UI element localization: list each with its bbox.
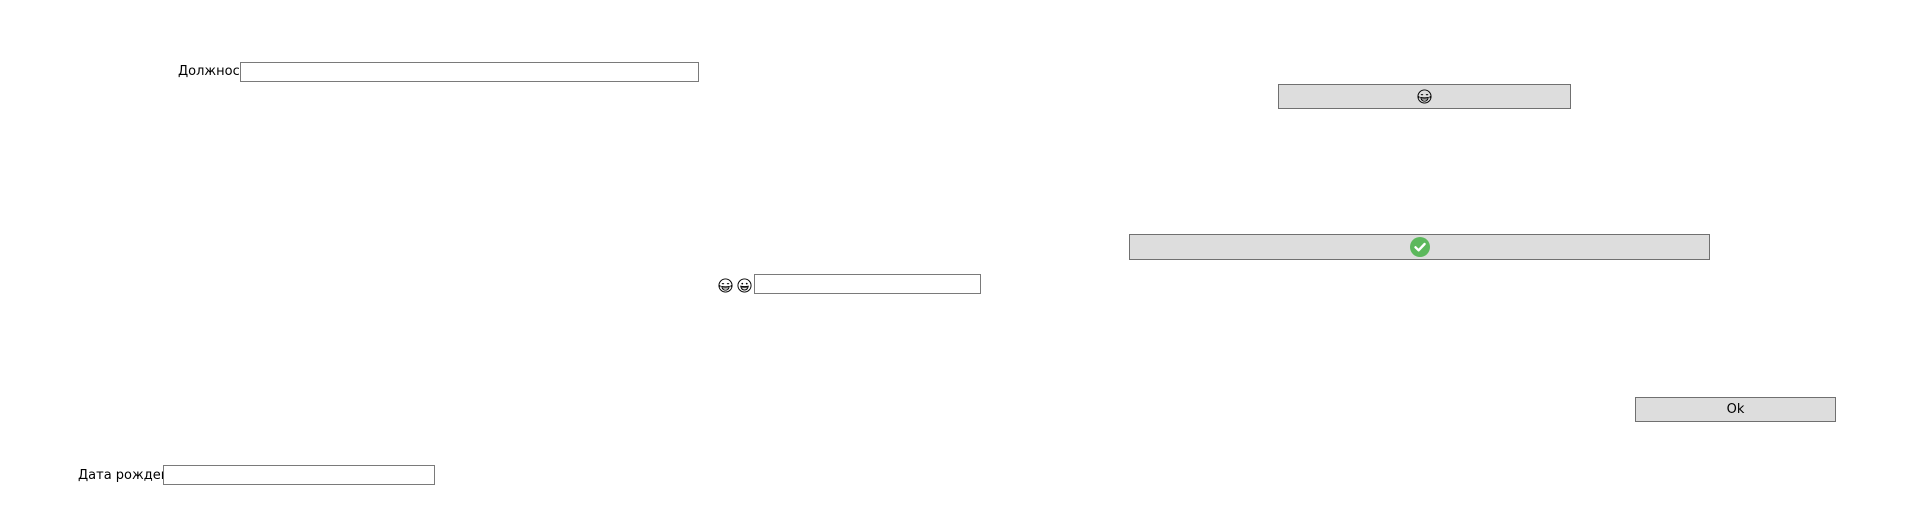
grinning-tears-face-icon xyxy=(718,277,733,293)
birthdate-input[interactable] xyxy=(163,465,435,485)
check-circle-icon xyxy=(1409,237,1430,257)
ok-button-label: Ok xyxy=(1726,402,1745,417)
emoji-label xyxy=(718,276,752,294)
grinning-face-icon xyxy=(737,277,752,293)
position-input[interactable] xyxy=(240,62,699,82)
grinning-tears-face-icon xyxy=(1417,89,1432,104)
emoji-button[interactable] xyxy=(1278,84,1571,109)
ok-button[interactable]: Ok xyxy=(1635,397,1836,422)
emoji-input[interactable] xyxy=(754,274,981,294)
confirm-button[interactable] xyxy=(1129,234,1710,260)
